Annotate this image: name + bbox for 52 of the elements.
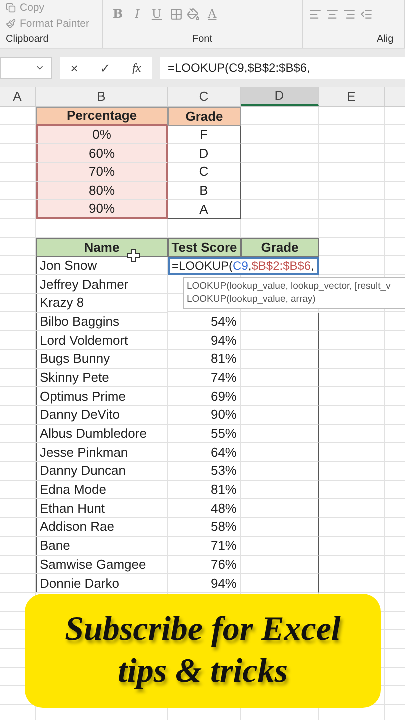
- banner-text: Subscribe for Excel: [65, 610, 341, 650]
- borders-icon[interactable]: [170, 8, 184, 20]
- table-header: Name: [36, 238, 168, 256]
- group-label: Clipboard: [6, 34, 49, 45]
- table-cell: Danny Duncan: [36, 462, 168, 481]
- align-center-icon[interactable]: [326, 8, 339, 20]
- table-cell: Jeffrey Dahmer: [36, 275, 168, 294]
- tooltip-line: LOOKUP(lookup_value, lookup_vector, [result_v: [187, 280, 391, 293]
- table-cell: Ethan Hunt: [36, 499, 168, 518]
- cell-editor[interactable]: =LOOKUP(C9,$B$2:$B$6,: [168, 256, 319, 276]
- table-cell: 90%: [36, 200, 168, 220]
- table-cell: F: [168, 126, 241, 144]
- banner-text: tips & tricks: [118, 652, 288, 692]
- table-cell: Addison Rae: [36, 518, 168, 537]
- table-cell: Jesse Pinkman: [36, 443, 168, 462]
- align-left-icon[interactable]: [309, 8, 322, 20]
- table-header: Percentage: [36, 107, 168, 126]
- group-label: Font: [192, 34, 212, 45]
- name-box[interactable]: [0, 57, 52, 79]
- column-header[interactable]: D: [241, 87, 319, 106]
- column-header[interactable]: B: [36, 87, 168, 106]
- table-cell: A: [168, 200, 241, 220]
- table-cell: Albus Dumbledore: [36, 424, 168, 444]
- tooltip-line: LOOKUP(lookup_value, array): [187, 293, 316, 306]
- column-header[interactable]: A: [0, 87, 36, 106]
- table-cell: Samwise Gamgee: [36, 556, 168, 574]
- table-cell: 0%: [36, 126, 168, 144]
- align-right-icon[interactable]: [343, 8, 356, 20]
- table-cell: Skinny Pete: [36, 368, 168, 388]
- cell-cursor-icon: [127, 249, 141, 263]
- table-header: Grade: [241, 238, 319, 256]
- paintbrush-icon: [6, 19, 16, 29]
- enter-button[interactable]: ✓: [100, 60, 111, 76]
- column-header[interactable]: E: [319, 87, 385, 106]
- fill-color-icon[interactable]: [187, 8, 200, 20]
- table-cell: Jon Snow: [36, 256, 168, 276]
- formula-field[interactable]: =LOOKUP(C9,$B$2:$B$6,: [160, 57, 405, 79]
- table-cell: Krazy 8: [36, 294, 168, 313]
- copy-icon: [6, 3, 16, 13]
- indent-icon[interactable]: [360, 8, 373, 20]
- table-cell: 80%: [36, 182, 168, 200]
- group-label: Alig: [377, 34, 394, 45]
- insert-function-button[interactable]: fx: [132, 60, 142, 76]
- table-header: Test Score: [168, 238, 241, 256]
- table-cell: 60%: [36, 144, 168, 164]
- table-cell: Edna Mode: [36, 480, 168, 500]
- cancel-button[interactable]: ×: [70, 60, 78, 76]
- table-cell: Donnie Darko: [36, 574, 168, 593]
- table-cell: B: [168, 182, 241, 200]
- table-header: Grade: [168, 107, 241, 126]
- table-cell: 70%: [36, 163, 168, 182]
- table-cell: Bilbo Baggins: [36, 312, 168, 332]
